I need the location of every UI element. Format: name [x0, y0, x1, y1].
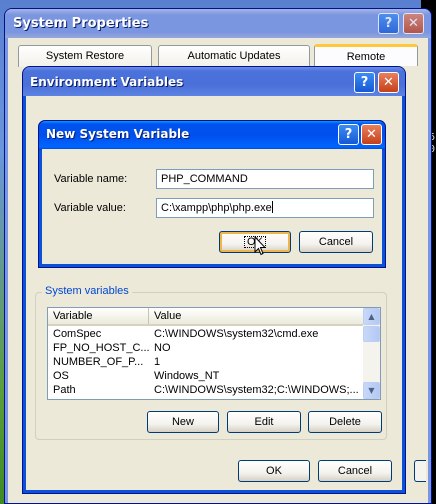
variable-name-label: Variable name:	[54, 173, 128, 185]
close-button[interactable]: ✕	[378, 72, 399, 93]
system-properties-title: System Properties	[13, 16, 149, 31]
row-value: Windows_NT	[154, 370, 220, 382]
hidden-cancel-button-edge[interactable]	[414, 460, 426, 482]
variable-value-label: Variable value:	[54, 202, 126, 214]
system-variables-list[interactable]: Variable Value ComSpec C:\WINDOWS\system…	[47, 307, 381, 400]
arrow-pointer-icon	[254, 236, 266, 256]
column-value[interactable]: Value	[149, 308, 365, 324]
row-variable: Path	[53, 384, 76, 396]
help-button[interactable]: ?	[338, 124, 359, 145]
column-variable[interactable]: Variable	[48, 308, 149, 324]
row-value: C:\WINDOWS\system32\cmd.exe	[154, 328, 319, 340]
text-caret	[271, 201, 273, 213]
new-system-variable-titlebar[interactable]: New System Variable ? ✕	[39, 121, 385, 150]
help-button[interactable]: ?	[354, 72, 375, 93]
tab-system-restore[interactable]: System Restore	[18, 45, 152, 67]
tab-remote[interactable]: Remote	[314, 44, 418, 66]
table-row[interactable]: Path C:\WINDOWS\system32;C:\WINDOWS;...	[48, 383, 365, 397]
new-button[interactable]: New	[147, 411, 219, 433]
vertical-scrollbar[interactable]: ▲ ▼	[363, 308, 380, 399]
scroll-up-arrow-icon[interactable]: ▲	[363, 308, 380, 325]
variable-value-field[interactable]: C:\xampp\php\php.exe	[156, 198, 374, 218]
row-value: NO	[154, 342, 171, 354]
row-variable: FP_NO_HOST_C...	[53, 342, 150, 354]
table-row[interactable]: NUMBER_OF_P... 1	[48, 355, 365, 369]
variable-value-text: C:\xampp\php\php.exe	[161, 202, 272, 214]
scroll-thumb[interactable]	[363, 326, 380, 342]
new-system-variable-title: New System Variable	[46, 127, 190, 141]
new-system-variable-dialog: New System Variable ? ✕ Variable name: P…	[38, 120, 386, 268]
row-variable: NUMBER_OF_P...	[53, 356, 144, 368]
close-button[interactable]: ✕	[403, 13, 424, 34]
help-button[interactable]: ?	[378, 13, 399, 34]
cancel-button[interactable]: Cancel	[318, 460, 392, 482]
close-button[interactable]: ✕	[361, 124, 382, 145]
row-variable: ComSpec	[53, 328, 102, 340]
table-row[interactable]: ComSpec C:\WINDOWS\system32\cmd.exe	[48, 327, 365, 341]
table-row[interactable]: OS Windows_NT	[48, 369, 365, 383]
tab-automatic-updates[interactable]: Automatic Updates	[158, 45, 310, 67]
row-value: 1	[154, 356, 161, 368]
ok-button[interactable]: OK	[238, 460, 310, 482]
delete-button[interactable]: Delete	[308, 411, 382, 433]
environment-variables-title: Environment Variables	[30, 75, 184, 89]
edit-button[interactable]: Edit	[227, 411, 301, 433]
table-row[interactable]: FP_NO_HOST_C... NO	[48, 341, 365, 355]
row-value: C:\WINDOWS\system32;C:\WINDOWS;...	[154, 384, 359, 396]
row-variable: OS	[53, 370, 69, 382]
cancel-button[interactable]: Cancel	[299, 231, 373, 253]
system-properties-titlebar[interactable]: System Properties ? ✕	[5, 9, 431, 38]
system-variables-group-label: System variables	[42, 285, 132, 297]
list-header: Variable Value	[48, 308, 365, 326]
new-system-variable-body: Variable name: PHP_COMMAND Variable valu…	[42, 149, 382, 264]
scroll-down-arrow-icon[interactable]: ▼	[363, 382, 380, 399]
environment-variables-titlebar[interactable]: Environment Variables ? ✕	[23, 67, 405, 96]
variable-name-field[interactable]: PHP_COMMAND	[156, 169, 374, 189]
